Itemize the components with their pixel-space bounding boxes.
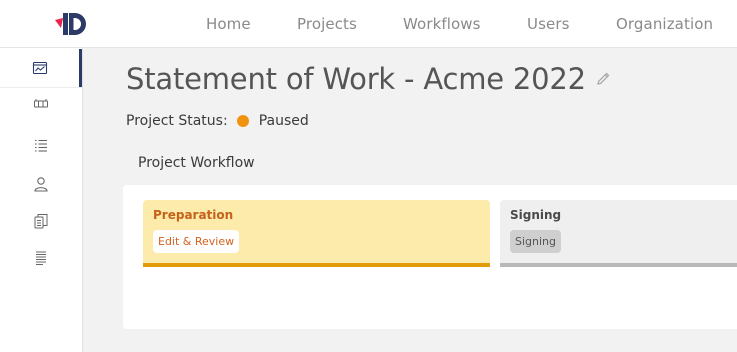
nav-organization[interactable]: Organization <box>616 15 713 33</box>
sidebar-item-list[interactable] <box>0 126 82 164</box>
stage-title: Preparation <box>153 208 234 222</box>
status-value: Paused <box>258 113 309 129</box>
page-title: Statement of Work - Acme 2022 <box>126 62 586 96</box>
nav-workflows[interactable]: Workflows <box>403 15 481 33</box>
top-nav: Home Projects Workflows Users Organizati… <box>0 0 737 48</box>
stage-title: Signing <box>510 208 562 222</box>
documents-icon <box>34 214 48 229</box>
nav-users[interactable]: Users <box>527 15 570 33</box>
list-icon <box>35 139 47 152</box>
nav-home[interactable]: Home <box>206 15 251 33</box>
text-lines-icon <box>36 251 46 265</box>
dashboard-chart-icon <box>32 61 47 75</box>
status-dot <box>236 115 249 127</box>
sidebar-item-board[interactable] <box>0 85 82 123</box>
nav-projects[interactable]: Projects <box>297 15 357 33</box>
sidebar-item-text[interactable] <box>0 239 82 277</box>
stage-chip-signing[interactable]: Signing <box>510 230 562 253</box>
stage-preparation[interactable]: Preparation Edit & Review <box>143 200 490 267</box>
stage-chip-edit-review[interactable]: Edit & Review <box>153 230 240 253</box>
workflow-card: Preparation Edit & Review Signing Signin… <box>123 185 737 329</box>
sidebar-item-documents[interactable] <box>0 202 82 240</box>
stage-signing[interactable]: Signing Signing <box>500 200 737 267</box>
d-logo-icon[interactable] <box>54 10 88 38</box>
project-status: Project Status: Paused <box>126 113 309 129</box>
workflow-heading: Project Workflow <box>138 155 255 171</box>
sidebar-item-users[interactable] <box>0 165 82 203</box>
title-row: Statement of Work - Acme 2022 <box>126 62 611 96</box>
status-label: Project Status: <box>126 113 228 129</box>
pencil-icon[interactable] <box>595 71 611 87</box>
kanban-icon <box>34 99 48 108</box>
user-icon <box>34 177 48 192</box>
sidebar-item-dashboard[interactable] <box>0 49 82 87</box>
sidebar <box>0 48 83 352</box>
